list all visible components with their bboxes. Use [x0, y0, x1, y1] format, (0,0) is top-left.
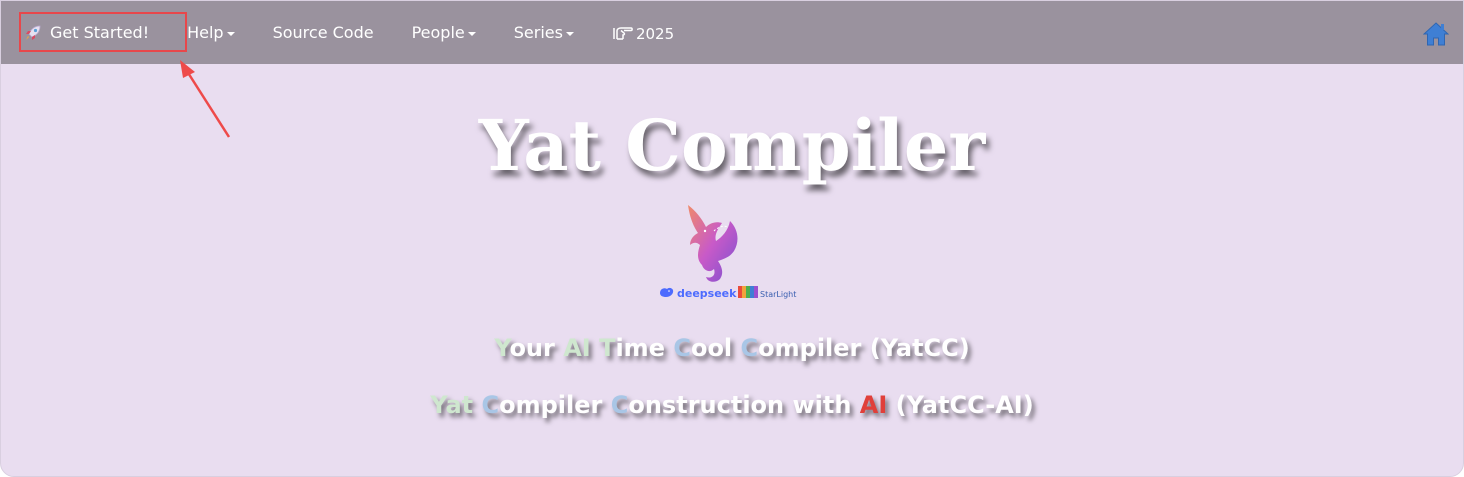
tagline2-part: (YatCC-AI) — [887, 391, 1034, 419]
pointing-hand-icon — [612, 24, 634, 42]
tagline1-part: Y — [494, 334, 510, 362]
nav-people-label: People — [411, 23, 465, 42]
page-title: Yat Compiler — [478, 104, 986, 187]
tagline2-part: C — [481, 391, 500, 419]
tagline2-part: Yat — [430, 391, 474, 419]
chevron-down-icon — [226, 31, 235, 36]
tagline-yatcc-ai: Yat Compiler Construction with AI (YatCC… — [1, 391, 1463, 419]
tagline1-part: our — [509, 334, 564, 362]
tagline2-part: AI — [859, 391, 888, 419]
nav-help-label: Help — [187, 23, 224, 42]
nav-source-code-label: Source Code — [272, 23, 374, 42]
nav-get-started-label: Get Started! — [50, 23, 150, 42]
tagline2-part: onstruction with — [628, 391, 860, 419]
nav-help-dropdown[interactable]: Help — [168, 1, 253, 64]
nav-people-dropdown[interactable]: People — [393, 1, 495, 64]
tagline1-part: ime — [615, 334, 674, 362]
logo-starlight-text: StarLight — [760, 290, 796, 299]
logo-deepseek-text: deepseek — [677, 287, 737, 300]
nav-get-started[interactable]: Get Started! — [1, 1, 168, 64]
home-icon[interactable] — [1422, 21, 1450, 47]
nav-year-2025[interactable]: 2025 — [593, 1, 693, 64]
tagline1-part: AI — [563, 334, 591, 362]
tagline1-part: T — [599, 334, 616, 362]
tagline-yatcc: Your AI Time Cool Compiler (YatCC) — [1, 334, 1463, 362]
nav-series-label: Series — [513, 23, 563, 42]
tagline1-part: C — [673, 334, 691, 362]
top-navbar: Get Started! Help Source Code People Ser… — [1, 1, 1463, 64]
tagline2-part — [473, 391, 481, 419]
nav-source-code[interactable]: Source Code — [254, 1, 393, 64]
page-frame: Get Started! Help Source Code People Ser… — [0, 0, 1464, 477]
tagline1-part: ompiler (YatCC) — [758, 334, 970, 362]
yatcc-logo: deepseek StarLight — [656, 201, 811, 305]
chevron-down-icon — [467, 31, 476, 36]
tagline2-part: ompiler — [499, 391, 611, 419]
tagline1-part: C — [740, 334, 759, 362]
chevron-down-icon — [565, 31, 574, 36]
nav-series-dropdown[interactable]: Series — [495, 1, 593, 64]
tagline1-part: ool — [690, 334, 741, 362]
tagline1-part — [591, 334, 599, 362]
nav-year-label: 2025 — [635, 25, 675, 43]
tagline2-part: C — [610, 391, 629, 419]
rocket-icon — [23, 23, 43, 43]
